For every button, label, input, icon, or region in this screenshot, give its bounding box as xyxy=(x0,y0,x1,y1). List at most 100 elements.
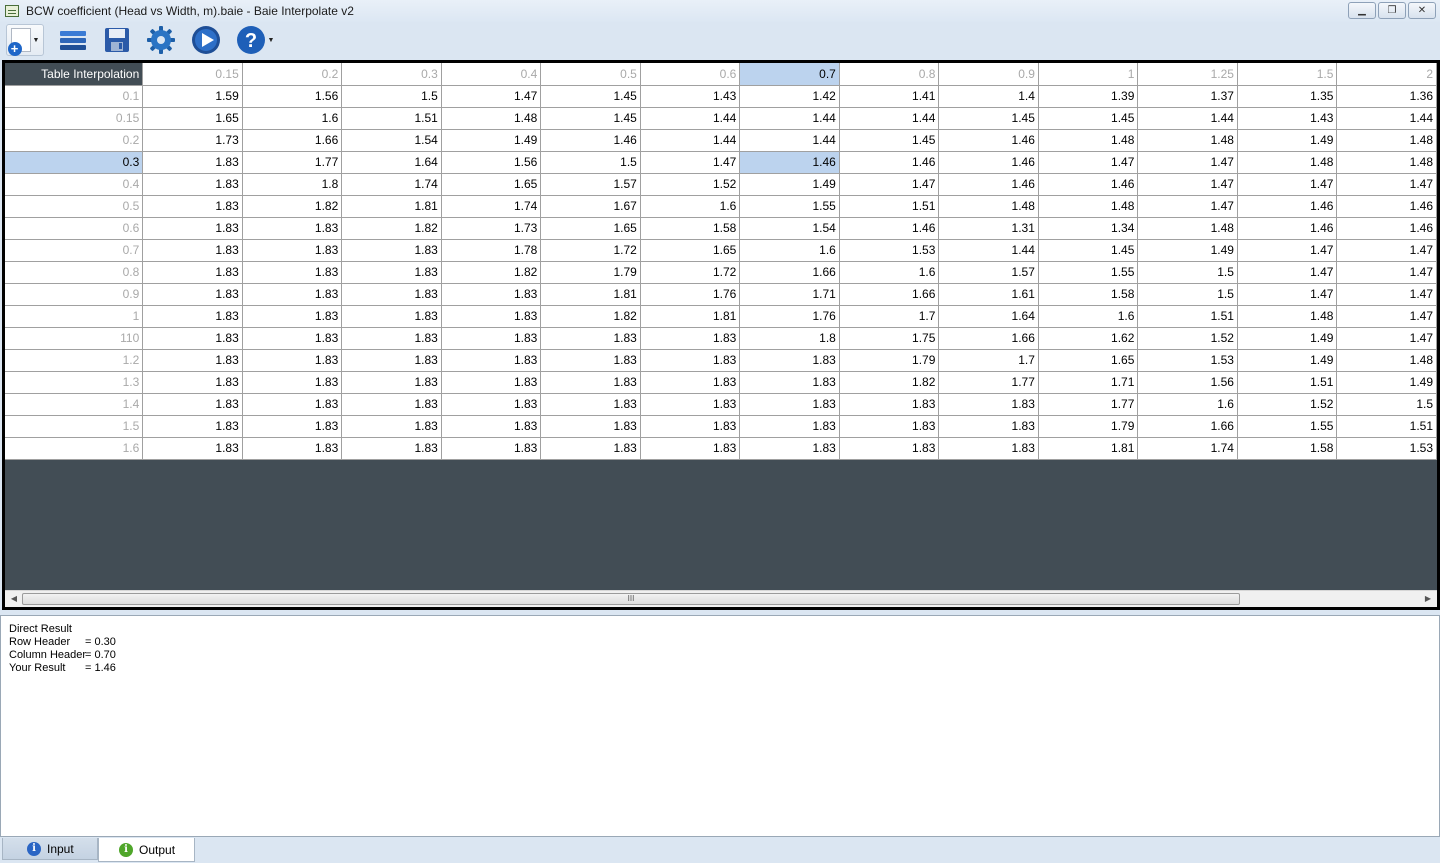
settings-button[interactable] xyxy=(145,24,177,56)
table-cell[interactable]: 1.44 xyxy=(739,129,840,152)
table-cell[interactable]: 1.36 xyxy=(1336,85,1437,108)
table-cell[interactable]: 1.48 xyxy=(1038,195,1139,218)
table-cell[interactable]: 1.83 xyxy=(341,371,442,394)
row-header[interactable]: 0.7 xyxy=(5,239,144,262)
table-cell[interactable]: 1.83 xyxy=(341,437,442,460)
table-cell[interactable]: 1.48 xyxy=(441,107,542,130)
table-cell[interactable]: 1.6 xyxy=(839,261,940,284)
table-cell[interactable]: 1.83 xyxy=(839,415,940,438)
table-cell[interactable]: 1.83 xyxy=(341,239,442,262)
table-cell[interactable]: 1.5 xyxy=(540,151,641,174)
row-header[interactable]: 1 xyxy=(5,305,144,328)
table-cell[interactable]: 1.53 xyxy=(1137,349,1238,372)
table-cell[interactable]: 1.49 xyxy=(1336,371,1437,394)
table-cell[interactable]: 1.47 xyxy=(1237,283,1338,306)
table-cell[interactable]: 1.58 xyxy=(1038,283,1139,306)
table-cell[interactable]: 1.83 xyxy=(142,173,243,196)
table-cell[interactable]: 1.64 xyxy=(341,151,442,174)
table-cell[interactable]: 1.7 xyxy=(839,305,940,328)
dropdown-caret-icon[interactable]: ▼ xyxy=(268,37,275,44)
table-cell[interactable]: 1.73 xyxy=(441,217,542,240)
help-button[interactable]: ? ▼ xyxy=(233,24,277,56)
table-cell[interactable]: 1.83 xyxy=(341,283,442,306)
table-cell[interactable]: 1.48 xyxy=(1336,129,1437,152)
table-cell[interactable]: 1.83 xyxy=(142,217,243,240)
table-cell[interactable]: 1.48 xyxy=(1336,349,1437,372)
table-cell[interactable]: 1.83 xyxy=(242,437,343,460)
row-header[interactable]: 0.6 xyxy=(5,217,144,240)
table-cell[interactable]: 1.83 xyxy=(341,393,442,416)
table-cell[interactable]: 1.83 xyxy=(441,393,542,416)
table-cell[interactable]: 1.62 xyxy=(1038,327,1139,350)
table-cell[interactable]: 1.47 xyxy=(1237,261,1338,284)
table-cell[interactable]: 1.83 xyxy=(242,283,343,306)
table-cell[interactable]: 1.51 xyxy=(341,107,442,130)
table-cell[interactable]: 1.47 xyxy=(441,85,542,108)
table-cell[interactable]: 1.83 xyxy=(839,393,940,416)
table-cell[interactable]: 1.46 xyxy=(938,173,1039,196)
table-cell[interactable]: 1.65 xyxy=(441,173,542,196)
table-cell[interactable]: 1.47 xyxy=(1237,173,1338,196)
table-cell[interactable]: 1.83 xyxy=(739,437,840,460)
table-cell[interactable]: 1.52 xyxy=(640,173,741,196)
table-cell[interactable]: 1.42 xyxy=(739,85,840,108)
column-header[interactable]: 0.5 xyxy=(540,63,641,86)
table-cell[interactable]: 1.48 xyxy=(1336,151,1437,174)
table-cell[interactable]: 1.79 xyxy=(540,261,641,284)
table-cell[interactable]: 1.83 xyxy=(142,437,243,460)
table-cell[interactable]: 1.47 xyxy=(1038,151,1139,174)
table-cell[interactable]: 1.48 xyxy=(1137,129,1238,152)
table-cell[interactable]: 1.46 xyxy=(938,151,1039,174)
column-header[interactable]: 1.5 xyxy=(1237,63,1338,86)
table-cell[interactable]: 1.83 xyxy=(938,393,1039,416)
table-cell[interactable]: 1.83 xyxy=(242,305,343,328)
table-cell[interactable]: 1.83 xyxy=(142,261,243,284)
table-cell[interactable]: 1.6 xyxy=(242,107,343,130)
table-cell[interactable]: 1.82 xyxy=(341,217,442,240)
table-cell[interactable]: 1.48 xyxy=(1137,217,1238,240)
table-cell[interactable]: 1.51 xyxy=(1137,305,1238,328)
row-header[interactable]: 0.3 xyxy=(5,151,144,174)
table-cell[interactable]: 1.47 xyxy=(1137,151,1238,174)
table-cell[interactable]: 1.47 xyxy=(839,173,940,196)
table-cell[interactable]: 1.83 xyxy=(142,327,243,350)
table-cell[interactable]: 1.46 xyxy=(1336,217,1437,240)
table-cell[interactable]: 1.56 xyxy=(1137,371,1238,394)
tab-input[interactable]: i Input xyxy=(2,838,98,860)
horizontal-scrollbar[interactable]: ◀ III ▶ xyxy=(5,590,1437,607)
table-cell[interactable]: 1.74 xyxy=(441,195,542,218)
table-cell[interactable]: 1.46 xyxy=(739,151,840,174)
table-cell[interactable]: 1.83 xyxy=(441,371,542,394)
table-cell[interactable]: 1.83 xyxy=(142,195,243,218)
table-cell[interactable]: 1.45 xyxy=(938,107,1039,130)
table-cell[interactable]: 1.76 xyxy=(739,305,840,328)
table-cell[interactable]: 1.83 xyxy=(640,349,741,372)
restore-button[interactable]: ❐ xyxy=(1378,2,1406,19)
table-cell[interactable]: 1.57 xyxy=(938,261,1039,284)
table-cell[interactable]: 1.65 xyxy=(142,107,243,130)
table-cell[interactable]: 1.46 xyxy=(938,129,1039,152)
table-cell[interactable]: 1.46 xyxy=(1038,173,1139,196)
row-header[interactable]: 0.15 xyxy=(5,107,144,130)
table-cell[interactable]: 1.52 xyxy=(1237,393,1338,416)
table-cell[interactable]: 1.74 xyxy=(341,173,442,196)
scroll-left-icon[interactable]: ◀ xyxy=(7,593,21,605)
table-cell[interactable]: 1.37 xyxy=(1137,85,1238,108)
table-cell[interactable]: 1.5 xyxy=(341,85,442,108)
table-cell[interactable]: 1.65 xyxy=(540,217,641,240)
scrollbar-thumb[interactable]: III xyxy=(22,593,1240,605)
table-cell[interactable]: 1.83 xyxy=(540,371,641,394)
column-header[interactable]: 0.6 xyxy=(640,63,741,86)
run-button[interactable] xyxy=(190,24,222,56)
table-cell[interactable]: 1.83 xyxy=(242,371,343,394)
table-cell[interactable]: 1.45 xyxy=(540,107,641,130)
table-cell[interactable]: 1.48 xyxy=(1038,129,1139,152)
row-header[interactable]: 1.2 xyxy=(5,349,144,372)
table-cell[interactable]: 1.56 xyxy=(242,85,343,108)
table-cell[interactable]: 1.72 xyxy=(640,261,741,284)
table-cell[interactable]: 1.49 xyxy=(1237,129,1338,152)
table-cell[interactable]: 1.83 xyxy=(540,415,641,438)
table-cell[interactable]: 1.83 xyxy=(441,283,542,306)
table-cell[interactable]: 1.67 xyxy=(540,195,641,218)
table-cell[interactable]: 1.83 xyxy=(142,393,243,416)
